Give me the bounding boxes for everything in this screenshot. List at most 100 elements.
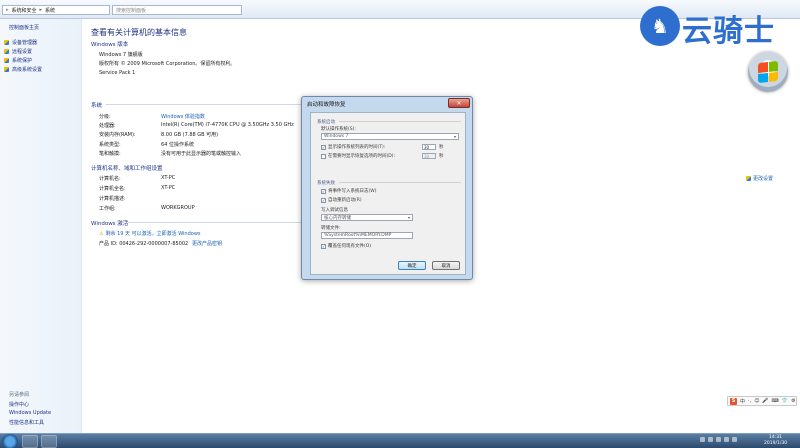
tray-volume-icon[interactable]	[716, 437, 721, 442]
warning-icon: ⚠	[99, 230, 104, 237]
system-tray	[700, 437, 737, 442]
full-name-value: XT-PC	[161, 185, 176, 191]
shield-icon	[4, 49, 9, 54]
default-os-label: 默认操作系统(S):	[321, 127, 356, 132]
page-title: 查看有关计算机的基本信息	[91, 28, 187, 37]
system-startup-group: 系统启动	[317, 120, 335, 125]
dialog-title: 启动和故障恢复	[307, 102, 346, 108]
change-settings-link[interactable]: 更改设置	[746, 175, 773, 182]
cpu-label: 处理器:	[99, 123, 116, 129]
description-label: 计算机描述:	[99, 196, 126, 202]
change-product-key-link[interactable]: 更改产品密钥	[192, 240, 222, 247]
link-action-center[interactable]: 操作中心	[9, 401, 29, 408]
auto-restart-checkbox[interactable]: ✓	[321, 197, 326, 203]
workgroup-value: WORKGROUP	[161, 205, 195, 211]
folder-icon: ▸	[6, 7, 9, 13]
ime-microphone-icon[interactable]: 🎤	[762, 398, 768, 404]
computer-name-label: 计算机名:	[99, 176, 121, 182]
nav-advanced-settings[interactable]: 高级系统设置	[4, 66, 42, 73]
pen-label: 笔和触摸:	[99, 151, 121, 157]
crumb-system[interactable]: 系统	[45, 7, 55, 14]
pen-value: 没有可用于此显示器的笔或触控输入	[161, 151, 242, 157]
left-navigation: 控制面板主页 设备管理器 远程设置 系统保护 高级系统设置 另请参阅 操作中心 …	[0, 19, 82, 433]
write-event-checkbox[interactable]: ✓	[321, 188, 326, 194]
copyright: 版权所有 © 2009 Microsoft Corporation。保留所有权利…	[99, 61, 236, 67]
taskbar: 14:31 2019/1/30	[0, 433, 800, 448]
show-os-list-row: ✓ 显示操作系统列表的时间(T):	[321, 144, 386, 150]
computer-name-header: 计算机名称、域和工作组设置	[91, 166, 163, 172]
ram-label: 安装内存(RAM):	[99, 132, 136, 138]
service-pack: Service Pack 1	[99, 70, 136, 76]
auto-restart-row: ✓ 自动重新启动(R)	[321, 197, 362, 203]
debug-info-label: 写入调试信息	[321, 208, 348, 213]
sogou-logo-icon[interactable]: S	[730, 397, 737, 405]
divider	[339, 121, 461, 122]
address-bar: ▸ 系统和安全 ▸ 系统 搜索控制面板	[0, 0, 800, 19]
ime-skin-icon[interactable]: 👕	[782, 398, 788, 404]
dump-file-input[interactable]: %SystemRoot%\MEMORY.DMP	[321, 232, 413, 239]
show-recovery-spinner[interactable]: 30	[422, 153, 436, 159]
system-header: 系统	[91, 103, 103, 109]
ram-value: 8.00 GB (7.88 GB 可用)	[161, 132, 219, 138]
edition-header: Windows 版本	[91, 42, 129, 48]
ime-chinese-mode[interactable]: 中	[740, 398, 745, 405]
dialog-body: 系统启动 默认操作系统(S): Windows 7 ▾ ✓ 显示操作系统列表的时间…	[310, 112, 466, 275]
taskbar-control-panel-icon[interactable]	[41, 435, 57, 448]
see-also-title: 另请参阅	[9, 392, 30, 398]
search-input[interactable]: 搜索控制面板	[112, 5, 242, 15]
nav-device-manager[interactable]: 设备管理器	[4, 39, 37, 46]
shield-icon	[4, 67, 9, 72]
tray-flag-icon[interactable]	[700, 437, 705, 442]
workgroup-label: 工作组:	[99, 206, 116, 212]
tray-network-icon[interactable]	[708, 437, 713, 442]
link-windows-update[interactable]: Windows Update	[9, 410, 51, 416]
watermark-text: 云骑士	[682, 14, 775, 49]
startup-recovery-dialog: 启动和故障恢复 ✕ 系统启动 默认操作系统(S): Windows 7 ▾ ✓ 显…	[301, 96, 473, 280]
windows-flag-icon	[758, 60, 778, 84]
taskbar-explorer-icon[interactable]	[22, 435, 38, 448]
crumb-system-security[interactable]: 系统和安全	[12, 7, 37, 14]
show-recovery-checkbox[interactable]	[321, 153, 326, 159]
nav-control-panel-home[interactable]: 控制面板主页	[9, 24, 39, 31]
ime-settings-icon[interactable]: ⚙	[791, 398, 795, 404]
overwrite-checkbox[interactable]: ✓	[321, 243, 326, 249]
chevron-right-icon: ▸	[39, 7, 43, 13]
system-failure-group: 系统失败	[317, 181, 335, 186]
nav-system-protection[interactable]: 系统保护	[4, 57, 32, 64]
type-label: 系统类型:	[99, 142, 121, 148]
type-value: 64 位操作系统	[161, 142, 194, 148]
divider	[128, 222, 302, 223]
computer-name-value: XT-PC	[161, 175, 176, 181]
close-button[interactable]: ✕	[448, 98, 470, 108]
edition-name: Windows 7 旗舰版	[99, 52, 143, 58]
activate-link[interactable]: ⚠ 剩余 19 天 可以激活。立即激活 Windows	[99, 230, 201, 238]
divider	[106, 104, 302, 105]
cancel-button[interactable]: 取消	[432, 261, 460, 270]
show-list-spinner[interactable]: 30	[422, 144, 436, 150]
link-performance-tools[interactable]: 性能信息和工具	[9, 419, 44, 426]
divider	[339, 182, 461, 183]
nav-remote-settings[interactable]: 远程设置	[4, 48, 32, 55]
start-button[interactable]	[2, 434, 18, 448]
ime-punctuation-icon[interactable]: ·,	[748, 398, 751, 404]
ime-keyboard-icon[interactable]: ⌨	[772, 398, 779, 404]
ime-emoji-icon[interactable]: ☺	[754, 398, 759, 404]
clock[interactable]: 14:31 2019/1/30	[764, 435, 787, 447]
seconds-label: 秒	[439, 145, 444, 150]
dump-file-label: 转储文件:	[321, 226, 341, 231]
chevron-down-icon: ▾	[453, 134, 456, 139]
watermark-logo-icon: ♞	[640, 6, 680, 46]
tray-arrow-icon[interactable]	[732, 437, 737, 442]
show-os-list-checkbox[interactable]: ✓	[321, 144, 326, 150]
rating-link[interactable]: Windows 体验指数	[161, 113, 205, 120]
overwrite-row: ✓ 覆盖任何现有文件(O)	[321, 243, 372, 249]
tray-ime-icon[interactable]	[724, 437, 729, 442]
debug-info-select[interactable]: 核心内存转储 ▾	[321, 214, 413, 221]
show-recovery-row: 在需要时显示恢复选项的时间(D):	[321, 153, 395, 159]
address-field[interactable]: ▸ 系统和安全 ▸ 系统	[2, 5, 110, 15]
shield-icon	[4, 40, 9, 45]
default-os-select[interactable]: Windows 7 ▾	[321, 133, 459, 140]
ok-button[interactable]: 确定	[398, 261, 426, 270]
seconds-label: 秒	[439, 154, 444, 159]
windows-logo-icon	[748, 52, 788, 92]
